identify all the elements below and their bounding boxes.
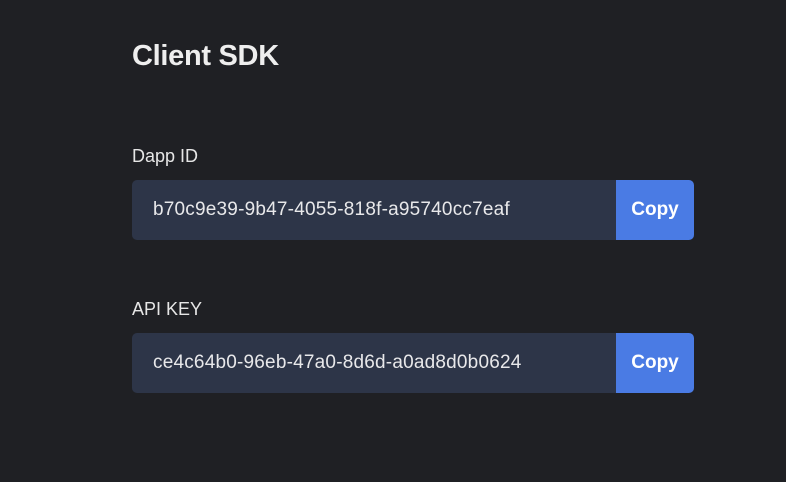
dapp-id-label: Dapp ID xyxy=(132,146,199,166)
dapp-id-value[interactable]: b70c9e39-9b47-4055-818f-a95740cc7eaf xyxy=(132,180,616,240)
api-key-value[interactable]: ce4c64b0-96eb-47a0-8d6d-a0ad8d0b0624 xyxy=(132,333,616,393)
api-key-field-row: ce4c64b0-96eb-47a0-8d6d-a0ad8d0b0624 Cop… xyxy=(132,333,694,393)
copy-api-key-button[interactable]: Copy xyxy=(616,333,694,393)
page-title: Client SDK xyxy=(132,40,279,72)
copy-dapp-id-button[interactable]: Copy xyxy=(616,180,694,240)
dapp-id-field-row: b70c9e39-9b47-4055-818f-a95740cc7eaf Cop… xyxy=(132,180,694,240)
api-key-label: API KEY xyxy=(132,299,203,319)
client-sdk-panel: Client SDK Dapp ID b70c9e39-9b47-4055-81… xyxy=(0,0,786,482)
